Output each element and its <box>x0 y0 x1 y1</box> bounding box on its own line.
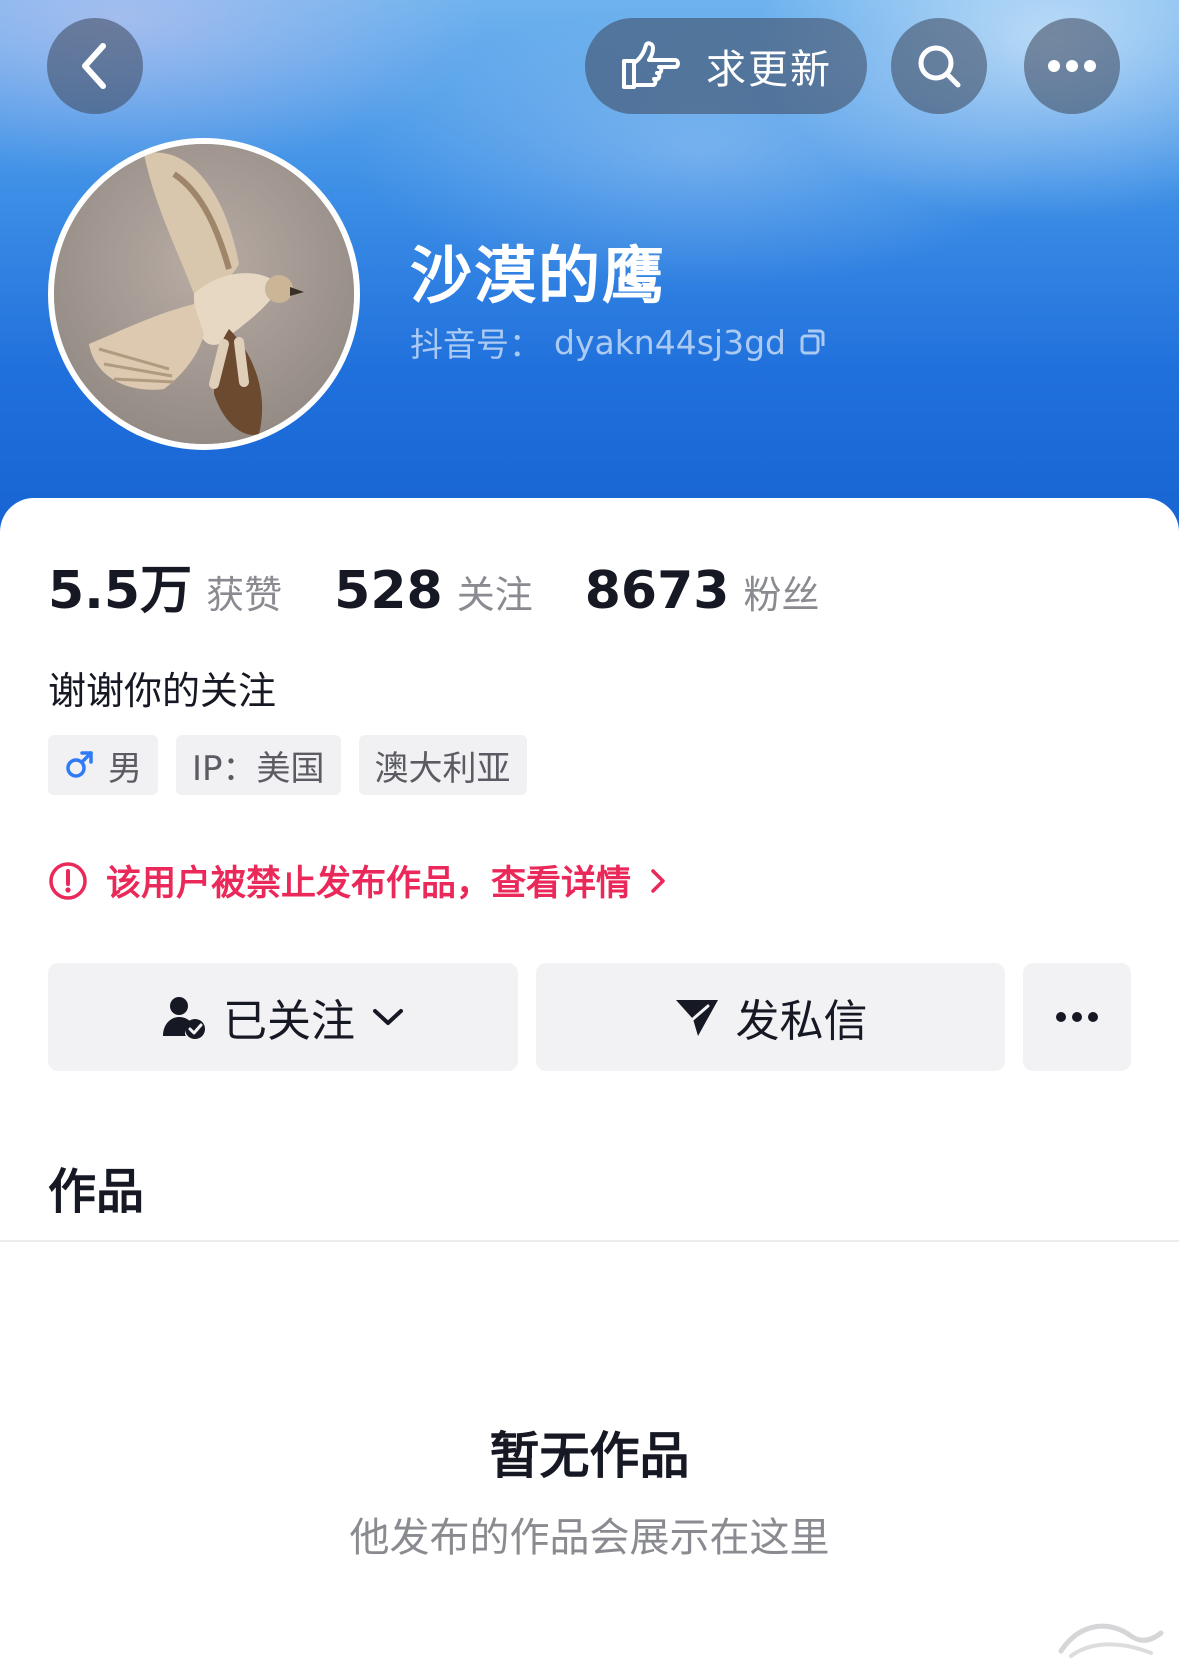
empty-state-title: 暂无作品 <box>489 1427 690 1485</box>
following-label[interactable]: 关注 <box>457 564 533 619</box>
request-update-button[interactable]: 求更新 <box>585 18 867 114</box>
location-label: 澳大利亚 <box>374 748 511 789</box>
search-icon <box>918 45 961 88</box>
ban-notice-text: 该用户被禁止发布作品，查看详情 <box>106 864 632 904</box>
ip-tag: IP：美国 <box>176 735 341 795</box>
douyin-id-row[interactable]: 抖音号： dyakn44sj3gd <box>410 318 828 366</box>
tab-works[interactable]: 作品 <box>48 1152 144 1222</box>
following-count[interactable]: 528 <box>334 561 443 621</box>
douyin-id-label: 抖音号： <box>410 325 542 364</box>
followers-count[interactable]: 8673 <box>585 561 730 621</box>
location-tag: 澳大利亚 <box>358 735 527 795</box>
warning-circle-icon <box>49 861 87 900</box>
ip-label: IP：美国 <box>192 748 325 789</box>
more-dots-icon <box>1056 1012 1098 1022</box>
stats-row: 5.5万 获赞 528 关注 8673 粉丝 <box>48 548 871 623</box>
copy-icon[interactable] <box>798 327 828 357</box>
pointing-hand-icon <box>622 41 680 89</box>
watermark-logo <box>1051 1611 1171 1665</box>
chevron-down-icon <box>373 1009 403 1025</box>
avatar-hawk-image <box>54 144 354 444</box>
gender-tag: 男 <box>48 735 158 795</box>
douyin-id-value: dyakn44sj3gd <box>554 322 786 362</box>
back-button[interactable] <box>47 18 143 114</box>
gender-label: 男 <box>108 748 142 789</box>
more-dots-icon <box>1048 60 1096 72</box>
male-icon <box>66 751 93 778</box>
avatar[interactable] <box>48 138 360 450</box>
message-button[interactable]: 发私信 <box>536 963 1005 1071</box>
nickname: 沙漠的鹰 <box>410 239 667 312</box>
followed-button[interactable]: 已关注 <box>48 963 518 1071</box>
more-actions-button[interactable] <box>1023 963 1131 1071</box>
likes-label: 获赞 <box>206 573 283 617</box>
back-chevron-icon <box>82 43 106 89</box>
bio-text: 谢谢你的关注 <box>48 669 277 713</box>
profile-tags: 男 IP：美国 澳大利亚 <box>48 735 527 795</box>
paper-plane-icon <box>675 1000 718 1036</box>
likes-count[interactable]: 5.5万 <box>48 548 192 623</box>
divider <box>0 1240 1179 1242</box>
search-button[interactable] <box>891 18 987 114</box>
ban-notice[interactable]: 该用户被禁止发布作品，查看详情 <box>48 855 667 906</box>
followed-label: 已关注 <box>223 996 355 1047</box>
more-button[interactable] <box>1024 18 1120 114</box>
message-label: 发私信 <box>735 996 868 1047</box>
chevron-right-icon <box>651 868 665 893</box>
empty-state-subtitle: 他发布的作品会展示在这里 <box>349 1515 830 1561</box>
request-update-label: 求更新 <box>706 47 832 93</box>
user-check-icon <box>163 997 205 1039</box>
followers-label[interactable]: 粉丝 <box>743 564 819 619</box>
